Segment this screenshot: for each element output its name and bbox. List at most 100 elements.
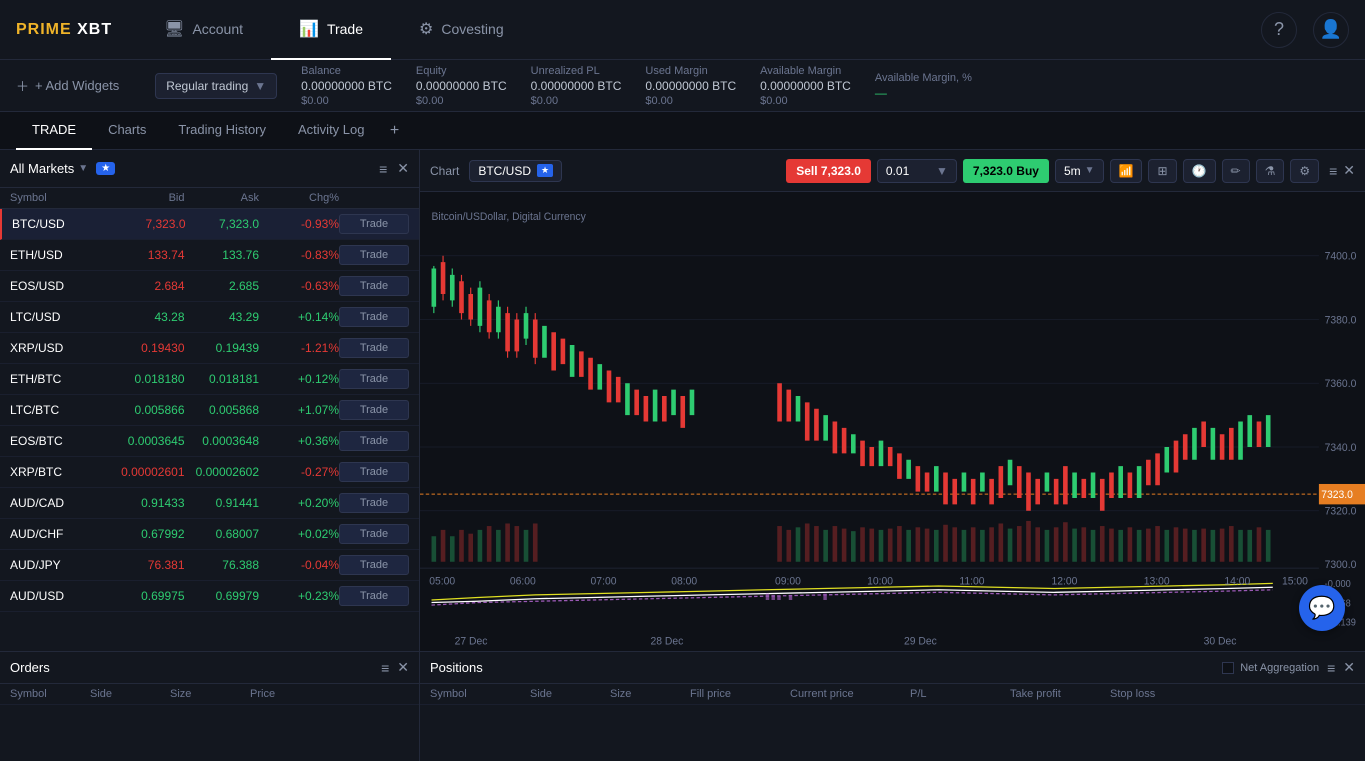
market-row[interactable]: AUD/USD 0.69975 0.69979 +0.23% Trade <box>0 581 419 612</box>
positions-close-icon[interactable]: ✕ <box>1343 659 1355 676</box>
market-row[interactable]: AUD/CAD 0.91433 0.91441 +0.20% Trade <box>0 488 419 519</box>
positions-col-symbol: Symbol <box>430 688 530 700</box>
market-trade-button[interactable]: Trade <box>339 431 409 451</box>
market-chg: +0.36% <box>259 434 339 448</box>
buy-button[interactable]: 7,323.0 Buy <box>963 159 1049 183</box>
orders-menu-icon[interactable]: ≡ <box>381 660 389 676</box>
orders-col-side: Side <box>90 688 170 700</box>
markets-header-left: All Markets ▼ ★ <box>10 161 115 176</box>
chevron-down-icon: ▼ <box>254 79 266 93</box>
svg-text:30 Dec: 30 Dec <box>1204 635 1237 648</box>
all-markets-selector[interactable]: All Markets ▼ <box>10 161 88 176</box>
market-trade-button[interactable]: Trade <box>339 524 409 544</box>
market-row[interactable]: ETH/USD 133.74 133.76 -0.83% Trade <box>0 240 419 271</box>
market-row[interactable]: AUD/CHF 0.67992 0.68007 +0.02% Trade <box>0 519 419 550</box>
market-trade-button[interactable]: Trade <box>339 276 409 296</box>
main-content: All Markets ▼ ★ ≡ ✕ Symbol Bid Ask Chg% … <box>0 150 1365 651</box>
market-trade-button[interactable]: Trade <box>339 369 409 389</box>
account-button[interactable]: 👤 <box>1313 12 1349 48</box>
market-row[interactable]: LTC/USD 43.28 43.29 +0.14% Trade <box>0 302 419 333</box>
net-aggregation-checkbox[interactable] <box>1222 662 1234 674</box>
markets-menu-icon[interactable]: ≡ <box>379 161 387 177</box>
chart-svg: 7400.0 7380.0 7360.0 7340.0 7320.0 7300.… <box>420 192 1365 651</box>
market-row[interactable]: XRP/BTC 0.00002601 0.00002602 -0.27% Tra… <box>0 457 419 488</box>
market-row[interactable]: BTC/USD 7,323.0 7,323.0 -0.93% Trade <box>0 209 419 240</box>
tab-charts[interactable]: Charts <box>92 112 162 150</box>
market-row[interactable]: EOS/USD 2.684 2.685 -0.63% Trade <box>0 271 419 302</box>
trading-mode-selector[interactable]: Regular trading ▼ <box>155 73 277 99</box>
market-chg: -1.21% <box>259 341 339 355</box>
market-ask: 0.68007 <box>185 527 260 541</box>
market-row[interactable]: LTC/BTC 0.005866 0.005868 +1.07% Trade <box>0 395 419 426</box>
chart-indicator-btn[interactable]: 📶 <box>1110 159 1143 183</box>
chart-flask-btn[interactable]: ⚗ <box>1256 159 1285 183</box>
markets-badge[interactable]: ★ <box>96 162 115 175</box>
market-trade-button[interactable]: Trade <box>339 555 409 575</box>
plus-icon: ＋ <box>16 76 29 95</box>
quantity-input[interactable]: 0.01 ▼ <box>877 159 957 183</box>
market-chg: -0.27% <box>259 465 339 479</box>
svg-text:Bitcoin/USDollar, Digital Curr: Bitcoin/USDollar, Digital Currency <box>432 211 587 224</box>
add-tab-button[interactable]: + <box>381 117 409 145</box>
market-trade-button[interactable]: Trade <box>339 214 409 234</box>
markets-close-icon[interactable]: ✕ <box>397 160 409 177</box>
trade-icon: 📊 <box>299 19 319 39</box>
market-row[interactable]: XRP/USD 0.19430 0.19439 -1.21% Trade <box>0 333 419 364</box>
market-trade-button[interactable]: Trade <box>339 245 409 265</box>
flask-icon: ⚗ <box>1265 164 1276 178</box>
nav-account[interactable]: 🖥 Account <box>136 0 271 60</box>
market-symbol: AUD/USD <box>10 589 110 603</box>
market-trade-button[interactable]: Trade <box>339 493 409 513</box>
market-trade-button[interactable]: Trade <box>339 307 409 327</box>
tab-trade[interactable]: TRADE <box>16 112 92 150</box>
market-row[interactable]: EOS/BTC 0.0003645 0.0003648 +0.36% Trade <box>0 426 419 457</box>
tab-activity-log[interactable]: Activity Log <box>282 112 380 150</box>
chart-layout-btn[interactable]: ⊞ <box>1148 159 1176 183</box>
chart-pencil-btn[interactable]: ✏ <box>1222 159 1250 183</box>
sell-button[interactable]: Sell 7,323.0 <box>786 159 871 183</box>
settings-icon: ⚙ <box>1299 164 1310 178</box>
orders-close-icon[interactable]: ✕ <box>397 659 409 676</box>
market-bid: 2.684 <box>110 279 185 293</box>
market-trade-button[interactable]: Trade <box>339 338 409 358</box>
add-widgets-button[interactable]: ＋ + Add Widgets <box>16 76 119 95</box>
layout-icon: ⊞ <box>1157 164 1167 178</box>
timeframe-selector[interactable]: 5m ▼ <box>1055 159 1104 183</box>
markets-panel-actions: ≡ ✕ <box>379 160 409 177</box>
user-icon: 👤 <box>1320 19 1342 40</box>
positions-menu-icon[interactable]: ≡ <box>1327 660 1335 676</box>
markets-table-body: BTC/USD 7,323.0 7,323.0 -0.93% Trade ETH… <box>0 209 419 651</box>
market-ask: 0.00002602 <box>185 465 260 479</box>
market-row[interactable]: ETH/BTC 0.018180 0.018181 +0.12% Trade <box>0 364 419 395</box>
chart-clock-btn[interactable]: 🕐 <box>1183 159 1216 183</box>
orders-panel-header: Orders ≡ ✕ <box>0 652 419 684</box>
market-chg: -0.04% <box>259 558 339 572</box>
tab-trading-history-label: Trading History <box>178 122 266 137</box>
chart-close-icon[interactable]: ✕ <box>1343 162 1355 179</box>
market-trade-button[interactable]: Trade <box>339 462 409 482</box>
svg-text:29 Dec: 29 Dec <box>904 635 937 648</box>
net-aggregation-toggle[interactable]: Net Aggregation <box>1222 662 1319 674</box>
svg-text:7400.0: 7400.0 <box>1325 250 1357 263</box>
tab-trading-history[interactable]: Trading History <box>162 112 282 150</box>
nav-covesting[interactable]: ⚙ Covesting <box>391 0 532 60</box>
chart-menu-icon[interactable]: ≡ <box>1329 163 1337 179</box>
chart-symbol-selector[interactable]: BTC/USD ★ <box>469 160 562 182</box>
account-bar: ＋ + Add Widgets Regular trading ▼ Balanc… <box>0 60 1365 112</box>
unrealized-pl-usd: $0.00 <box>531 95 622 107</box>
svg-text:27 Dec: 27 Dec <box>455 635 488 648</box>
market-trade-button[interactable]: Trade <box>339 400 409 420</box>
chart-header: Chart BTC/USD ★ Sell 7,323.0 0.01 ▼ 7,32… <box>420 150 1365 192</box>
chart-panel: Chart BTC/USD ★ Sell 7,323.0 0.01 ▼ 7,32… <box>420 150 1365 651</box>
chat-button[interactable]: 💬 <box>1299 585 1345 631</box>
chart-area: 7400.0 7380.0 7360.0 7340.0 7320.0 7300.… <box>420 192 1365 651</box>
market-row[interactable]: AUD/JPY 76.381 76.388 -0.04% Trade <box>0 550 419 581</box>
market-trade-button[interactable]: Trade <box>339 586 409 606</box>
orders-title: Orders <box>10 660 50 675</box>
market-symbol: XRP/USD <box>10 341 110 355</box>
help-button[interactable]: ? <box>1261 12 1297 48</box>
nav-trade[interactable]: 📊 Trade <box>271 0 391 60</box>
chart-settings-btn[interactable]: ⚙ <box>1290 159 1319 183</box>
markets-panel-header: All Markets ▼ ★ ≡ ✕ <box>0 150 419 188</box>
orders-col-size: Size <box>170 688 250 700</box>
